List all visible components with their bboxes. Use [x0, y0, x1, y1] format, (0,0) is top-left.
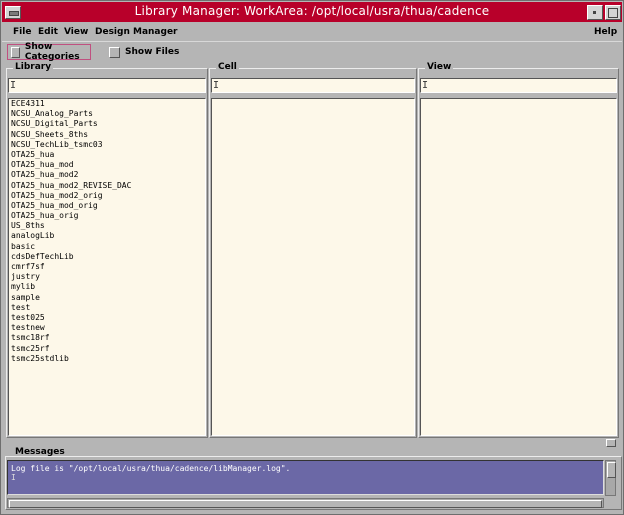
library-list-item[interactable]: justry [11, 272, 205, 282]
pane-splitter[interactable] [2, 439, 622, 445]
view-panel: View I [418, 62, 619, 438]
library-list-item[interactable]: cdsDefTechLib [11, 252, 205, 262]
library-items: ECE4311 NCSU_Analog_Parts NCSU_Digital_Par… [9, 99, 205, 364]
text-cursor-icon: I [11, 473, 16, 482]
library-list[interactable]: ECE4311 NCSU_Analog_Parts NCSU_Digital_Par… [8, 98, 206, 436]
minimize-icon[interactable] [587, 5, 603, 20]
title-bar[interactable]: Library Manager: WorkArea: /opt/local/us… [2, 2, 622, 22]
splitter-grip-icon[interactable] [606, 439, 616, 447]
cell-filter-input[interactable] [211, 78, 415, 93]
window-title: Library Manager: WorkArea: /opt/local/us… [134, 4, 490, 18]
library-list-item[interactable]: tsmc18rf [11, 333, 205, 343]
view-panel-label: View [425, 62, 454, 72]
messages-horizontal-scrollbar[interactable] [7, 498, 604, 508]
library-list-item[interactable]: OTA25_hua [11, 150, 205, 160]
menu-help[interactable]: Help [594, 27, 617, 37]
show-categories-label: Show Categories [24, 42, 80, 62]
cell-panel-label: Cell [216, 62, 239, 72]
library-panel: Library I ECE4311 NCSU_Analog_Parts NCSU_D… [6, 62, 208, 438]
library-list-item[interactable]: OTA25_hua_mod2 [11, 170, 205, 180]
library-list-item[interactable]: US_8ths [11, 221, 205, 231]
library-list-item[interactable]: mylib [11, 282, 205, 292]
library-list-item[interactable]: sample [11, 293, 205, 303]
checkbox-icon[interactable] [109, 46, 120, 58]
messages-vertical-scrollbar[interactable] [605, 460, 616, 496]
show-categories-toggle[interactable]: Show Categories [7, 42, 91, 62]
library-list-item[interactable]: basic [11, 242, 205, 252]
cell-list[interactable] [211, 98, 415, 436]
menu-view[interactable]: View [64, 27, 88, 37]
library-list-item[interactable]: OTA25_hua_orig [11, 211, 205, 221]
library-list-item[interactable]: tsmc25stdlib [11, 354, 205, 364]
library-list-item[interactable]: test025 [11, 313, 205, 323]
scroll-corner [605, 498, 616, 508]
text-cursor-icon: I [422, 80, 429, 91]
library-list-item[interactable]: analogLib [11, 231, 205, 241]
menu-edit[interactable]: Edit [38, 27, 58, 37]
view-filter-input[interactable] [420, 78, 617, 93]
cell-panel: Cell I [209, 62, 417, 438]
text-cursor-icon: I [213, 80, 220, 91]
show-files-label: Show Files [125, 47, 180, 57]
checkbox-icon[interactable] [11, 46, 20, 58]
library-list-item[interactable]: OTA25_hua_mod_orig [11, 201, 205, 211]
library-list-item[interactable]: ECE4311 [11, 99, 205, 109]
library-filter-input[interactable] [8, 78, 206, 93]
library-list-item[interactable]: OTA25_hua_mod2_REVISE_DAC [11, 181, 205, 191]
library-list-item[interactable]: tsmc25rf [11, 344, 205, 354]
library-panel-label: Library [13, 62, 54, 72]
library-list-item[interactable]: NCSU_Sheets_8ths [11, 130, 205, 140]
view-list[interactable] [420, 98, 617, 436]
maximize-icon[interactable] [605, 5, 621, 20]
library-manager-window: Library Manager: WorkArea: /opt/local/us… [0, 0, 624, 515]
library-list-item[interactable]: NCSU_TechLib_tsmc03 [11, 140, 205, 150]
text-cursor-icon: I [10, 80, 17, 91]
library-list-item[interactable]: testnew [11, 323, 205, 333]
library-list-item[interactable]: cmrf7sf [11, 262, 205, 272]
messages-area[interactable]: Log file is "/opt/local/usra/thua/cadenc… [7, 460, 604, 495]
library-list-item[interactable]: NCSU_Analog_Parts [11, 109, 205, 119]
library-list-item[interactable]: NCSU_Digital_Parts [11, 119, 205, 129]
library-list-item[interactable]: OTA25_hua_mod [11, 160, 205, 170]
menu-design-manager[interactable]: Design Manager [95, 27, 178, 37]
menu-bar: File Edit View Design Manager Help [2, 23, 622, 42]
log-message: Log file is "/opt/local/usra/thua/cadenc… [11, 464, 291, 473]
library-list-item[interactable]: test [11, 303, 205, 313]
show-files-toggle[interactable]: Show Files [109, 44, 179, 60]
menu-file[interactable]: File [13, 27, 31, 37]
library-list-item[interactable]: OTA25_hua_mod2_orig [11, 191, 205, 201]
